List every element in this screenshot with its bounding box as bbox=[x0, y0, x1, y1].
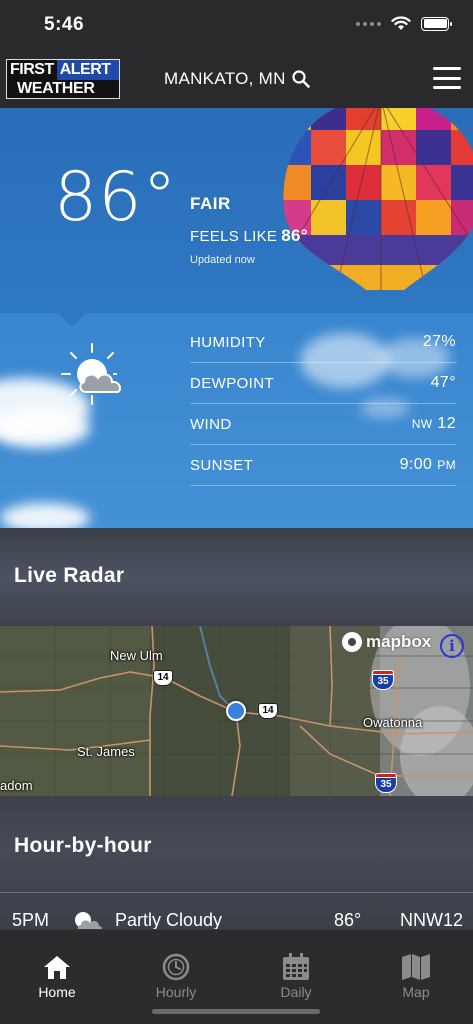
current-condition: FAIR bbox=[190, 194, 231, 213]
tab-map-label: Map bbox=[402, 984, 430, 1000]
partly-cloudy-icon bbox=[61, 343, 121, 405]
cellular-signal-icon bbox=[356, 21, 381, 26]
logo-text-alert: ALERT bbox=[56, 60, 119, 80]
feels-like-label: FEELS LIKE bbox=[190, 228, 278, 245]
us-route-14-shield: 14 bbox=[258, 703, 278, 719]
hour-time: 5PM bbox=[12, 910, 50, 930]
status-time: 5:46 bbox=[44, 14, 85, 35]
tab-hourly-label: Hourly bbox=[155, 984, 197, 1000]
search-icon bbox=[292, 70, 310, 88]
radar-map[interactable]: New Ulm St. James Owatonna adom 14 14 35… bbox=[0, 626, 473, 796]
hour-by-hour-title: Hour-by-hour bbox=[14, 834, 152, 857]
humidity-value: 27% bbox=[422, 333, 456, 350]
mapbox-text: mapbox bbox=[366, 632, 432, 651]
wind-row: WIND NW 12 bbox=[190, 404, 456, 445]
map-label-madom: adom bbox=[0, 778, 33, 793]
app-header: FIRST ALERT WEATHER MANKATO, MN bbox=[0, 52, 473, 108]
divider bbox=[0, 892, 473, 893]
background-cloud bbox=[0, 408, 90, 448]
tab-daily[interactable]: Daily bbox=[256, 952, 336, 1000]
logo-text-first: FIRST bbox=[7, 60, 57, 80]
tab-map[interactable]: Map bbox=[376, 952, 456, 1000]
interstate-35-shield: 35 bbox=[375, 773, 397, 793]
sunset-row: SUNSET 9:00 PM bbox=[190, 445, 456, 486]
mapbox-attribution-logo: mapbox bbox=[342, 632, 431, 652]
home-indicator bbox=[152, 1009, 320, 1014]
map-label-new-ulm: New Ulm bbox=[110, 648, 163, 663]
menu-line bbox=[433, 67, 461, 70]
sunset-label: SUNSET bbox=[190, 456, 254, 474]
mapbox-icon bbox=[342, 632, 362, 652]
tab-home[interactable]: Home bbox=[17, 952, 97, 1000]
map-label-owatonna: Owatonna bbox=[363, 715, 423, 730]
live-radar-title: Live Radar bbox=[14, 564, 125, 587]
hamburger-menu-button[interactable] bbox=[433, 67, 461, 89]
hour-wind: NNW12 bbox=[400, 910, 464, 930]
map-label-st-james: St. James bbox=[77, 744, 135, 759]
humidity-label: HUMIDITY bbox=[190, 333, 266, 351]
dewpoint-value: 47° bbox=[430, 374, 456, 391]
hour-by-hour-section[interactable]: Hour-by-hour 5PM Partly Cloudy 86° NNW12 bbox=[0, 796, 473, 932]
wifi-icon bbox=[391, 16, 411, 30]
wind-value: NW 12 bbox=[412, 415, 456, 433]
sunset-ampm: PM bbox=[437, 458, 456, 472]
tab-hourly[interactable]: Hourly bbox=[136, 952, 216, 1000]
tab-home-label: Home bbox=[38, 984, 76, 1000]
dewpoint-label: DEWPOINT bbox=[190, 374, 275, 392]
hero-pointer bbox=[58, 313, 86, 327]
current-temperature: 86° bbox=[54, 158, 178, 237]
wind-speed: 12 bbox=[437, 415, 456, 432]
hour-temp: 86° bbox=[334, 910, 362, 930]
feels-like: FEELS LIKE 86° bbox=[190, 226, 308, 246]
menu-line bbox=[433, 76, 461, 80]
battery-icon bbox=[421, 16, 452, 31]
status-bar: 5:46 bbox=[0, 0, 473, 52]
home-icon bbox=[17, 952, 97, 982]
wind-direction: NW bbox=[411, 417, 433, 431]
wind-label: WIND bbox=[190, 415, 232, 433]
updated-timestamp: Updated now bbox=[190, 254, 255, 266]
feels-like-value: 86° bbox=[281, 226, 308, 245]
map-icon bbox=[376, 952, 456, 982]
clock-icon bbox=[136, 952, 216, 982]
current-location-marker bbox=[226, 701, 246, 721]
tab-daily-label: Daily bbox=[280, 984, 312, 1000]
menu-line bbox=[433, 86, 461, 89]
conditions-stats: HUMIDITY 27% DEWPOINT 47° WIND NW 12 SUN… bbox=[190, 322, 456, 486]
hour-condition: Partly Cloudy bbox=[115, 910, 223, 930]
first-alert-weather-logo[interactable]: FIRST ALERT WEATHER bbox=[6, 59, 120, 99]
interstate-35-shield: 35 bbox=[372, 670, 394, 690]
sunset-time: 9:00 bbox=[399, 456, 433, 473]
live-radar-header[interactable]: Live Radar bbox=[0, 528, 473, 626]
hot-air-balloon-image bbox=[283, 108, 473, 290]
us-route-14-shield: 14 bbox=[153, 670, 173, 686]
location-label: MANKATO, MN bbox=[164, 69, 286, 88]
background-cloud bbox=[0, 503, 90, 528]
calendar-icon bbox=[256, 952, 336, 982]
dewpoint-row: DEWPOINT 47° bbox=[190, 363, 456, 404]
sunset-value: 9:00 PM bbox=[400, 456, 456, 474]
humidity-row: HUMIDITY 27% bbox=[190, 322, 456, 363]
current-conditions-card[interactable]: 86° FAIR FEELS LIKE 86° Updated now HUMID… bbox=[0, 108, 473, 528]
status-icons bbox=[356, 16, 452, 31]
location-search-button[interactable]: MANKATO, MN bbox=[164, 69, 310, 89]
map-info-button[interactable]: i bbox=[440, 634, 464, 658]
logo-text-weather: WEATHER bbox=[7, 80, 119, 98]
